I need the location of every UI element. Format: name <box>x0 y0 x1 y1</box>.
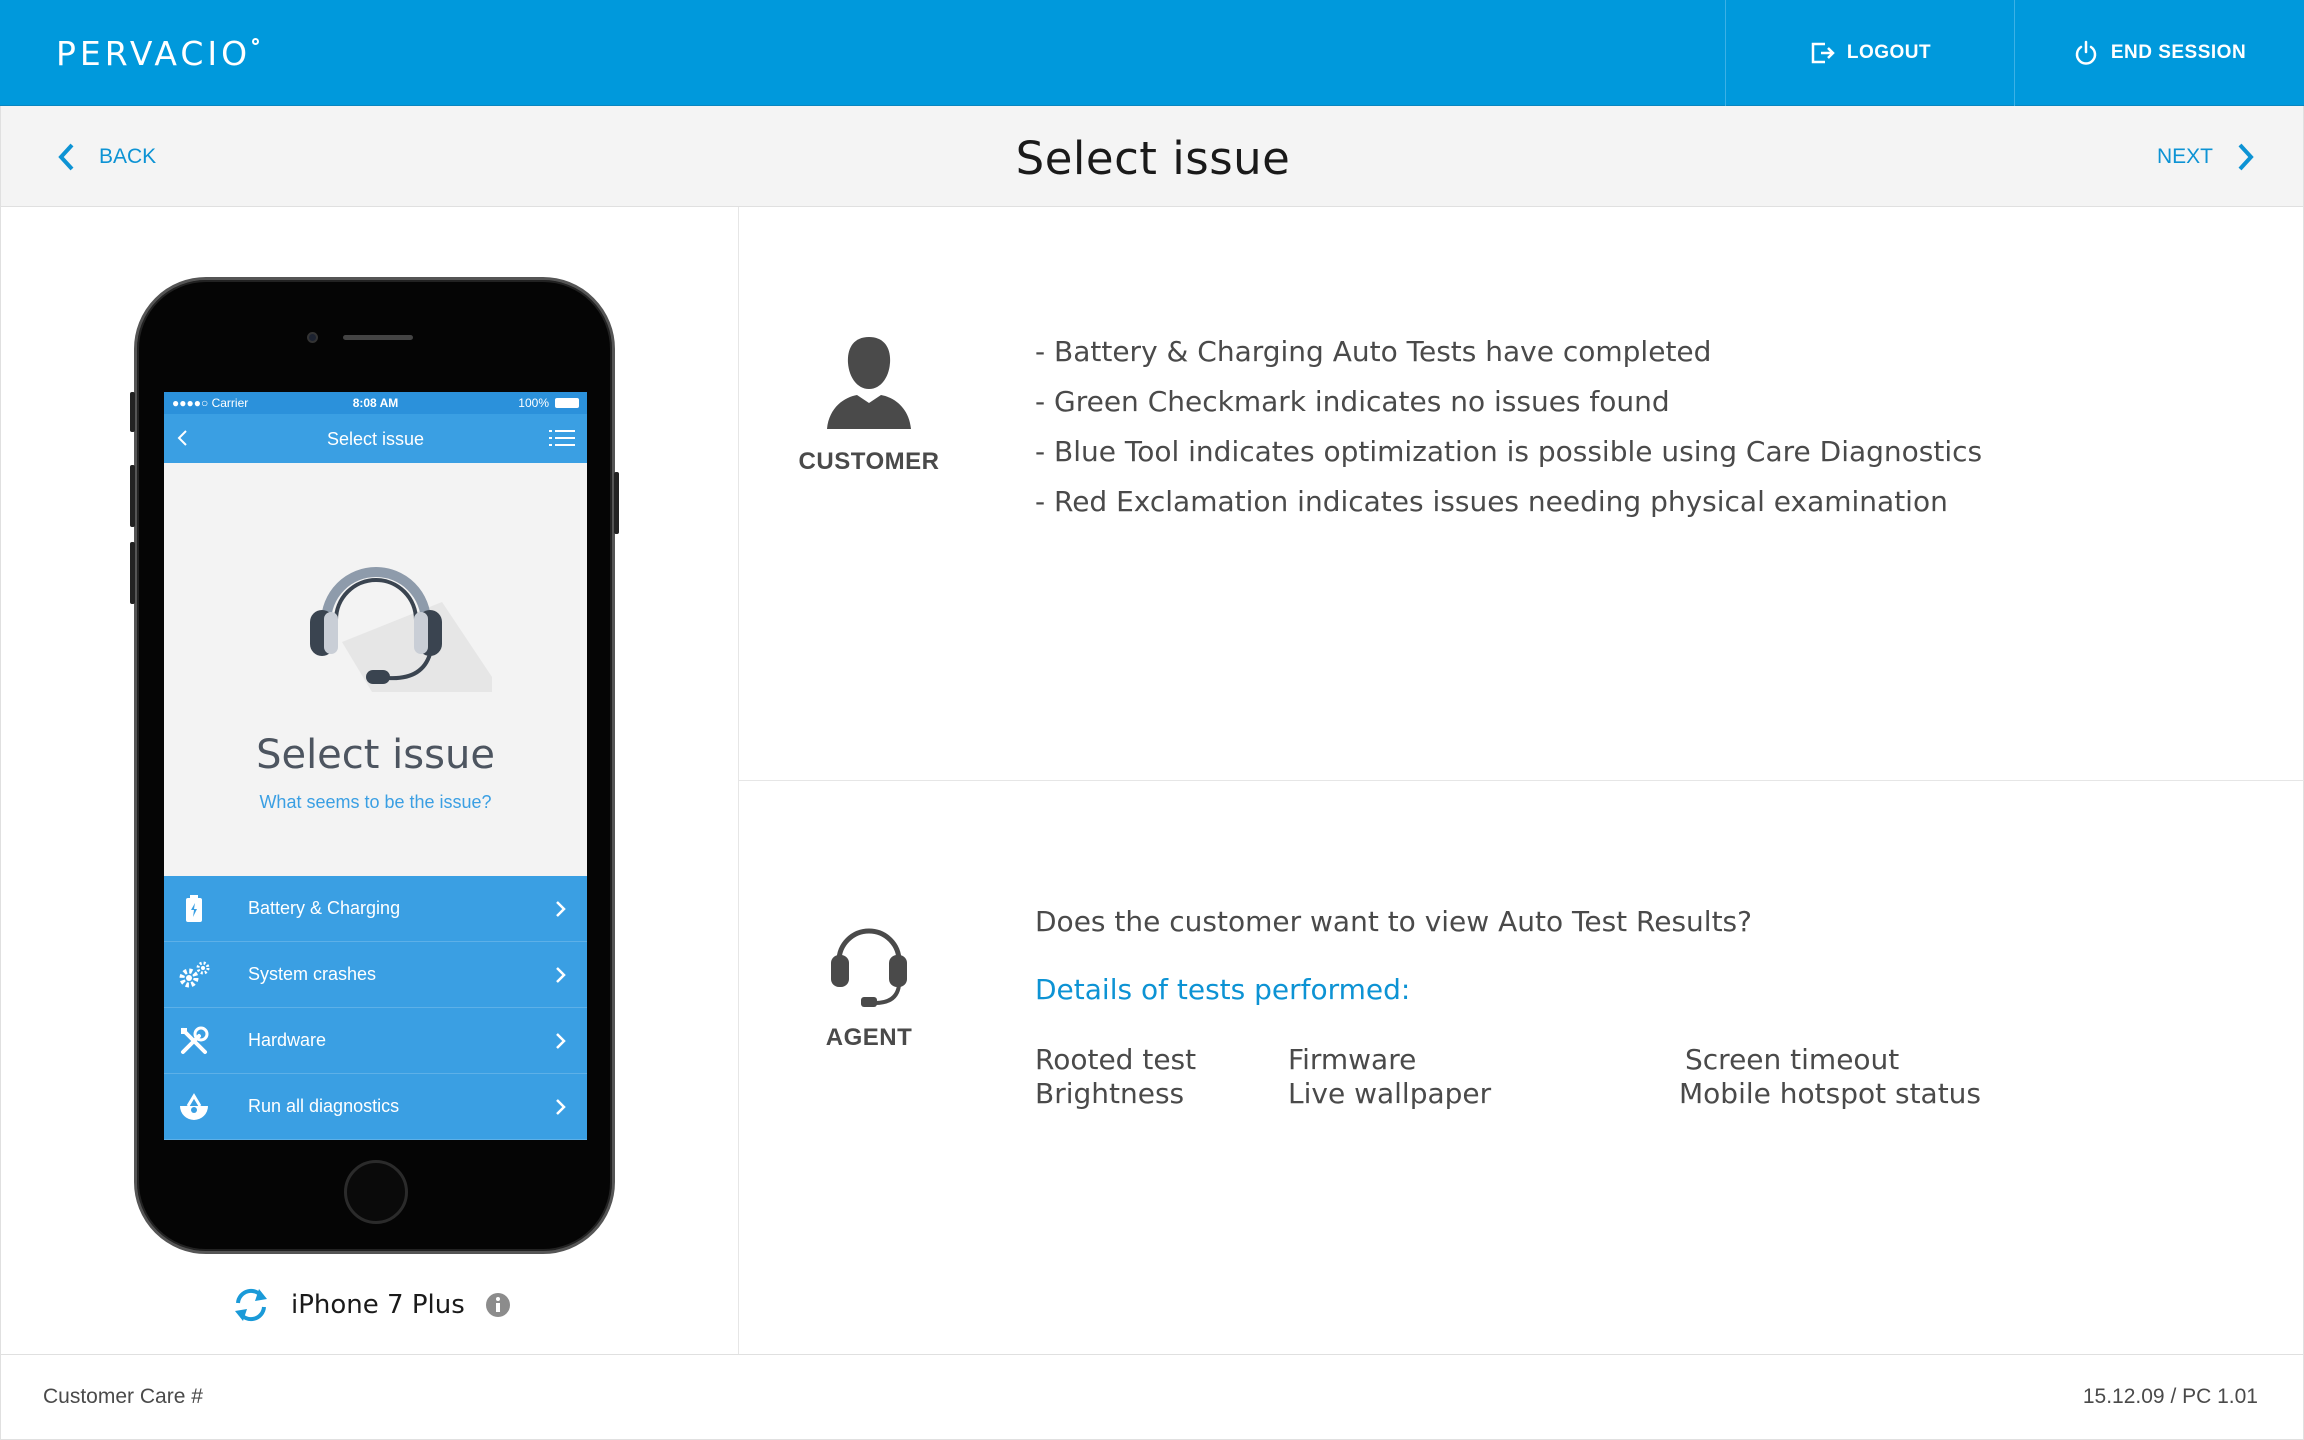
phone-nav-bar: Select issue <box>164 414 587 463</box>
test-item: Brightness <box>1035 1077 1185 1110</box>
issue-menu: Battery & Charging System crashes Hardwa… <box>164 876 587 1140</box>
device-info-row: iPhone 7 Plus <box>231 1285 511 1325</box>
customer-note: - Red Exclamation indicates issues needi… <box>1035 485 1948 518</box>
status-bar: ●●●●○ Carrier 8:08 AM 100% <box>164 392 587 414</box>
customer-panel: CUSTOMER - Battery & Charging Auto Tests… <box>739 207 2304 781</box>
headset-icon <box>310 567 492 692</box>
tests-list: Rooted test Firmware Screen timeout Brig… <box>1035 1043 2035 1123</box>
device-name: iPhone 7 Plus <box>291 1290 465 1320</box>
phone-nav-title: Select issue <box>326 429 425 449</box>
logout-icon <box>1811 42 1835 64</box>
menu-item-hardware[interactable]: Hardware <box>164 1008 587 1074</box>
customer-role: CUSTOMER <box>789 333 949 476</box>
tools-icon <box>181 1026 209 1054</box>
version-label: 15.12.09 / PC 1.01 <box>2082 1385 2258 1408</box>
customer-note: - Blue Tool indicates optimization is po… <box>1035 435 1983 468</box>
home-button <box>344 1160 408 1224</box>
test-item: Mobile hotspot status <box>1679 1077 1982 1110</box>
menu-item-label: System crashes <box>248 964 377 984</box>
next-label: NEXT <box>2156 145 2213 168</box>
test-item: Live wallpaper <box>1288 1077 1492 1110</box>
customer-note: - Battery & Charging Auto Tests have com… <box>1035 335 1712 368</box>
diagnostics-icon <box>180 1092 208 1120</box>
top-header: PERVACIO LOGOUT END SESSION <box>0 0 2304 106</box>
chevron-right-icon <box>2238 143 2254 171</box>
test-item: Firmware <box>1288 1043 1417 1076</box>
next-button[interactable]: NEXT <box>2157 142 2255 172</box>
end-session-button[interactable]: END SESSION <box>2014 0 2304 106</box>
logout-label: LOGOUT <box>1846 42 1932 63</box>
phone-screen: ●●●●○ Carrier 8:08 AM 100% Select issue <box>164 392 587 1140</box>
sub-header: BACK Select issue NEXT <box>0 106 2304 207</box>
agent-question: Does the customer want to view Auto Test… <box>1035 905 1752 938</box>
chevron-right-icon <box>556 967 566 983</box>
agent-headset-icon <box>831 928 907 1007</box>
screen-title: Select issue <box>256 732 495 778</box>
test-item: Screen timeout <box>1685 1043 1900 1076</box>
menu-item-label: Hardware <box>248 1030 327 1050</box>
end-session-label: END SESSION <box>2110 42 2247 63</box>
list-menu-icon[interactable] <box>549 429 575 447</box>
menu-item-label: Battery & Charging <box>248 898 401 918</box>
customer-note: - Green Checkmark indicates no issues fo… <box>1035 385 1670 418</box>
chevron-right-icon <box>556 901 566 917</box>
customer-icon <box>827 337 911 429</box>
power-icon <box>2075 40 2097 65</box>
gears-icon <box>179 961 210 987</box>
menu-item-run-all[interactable]: Run all diagnostics <box>164 1074 587 1140</box>
chevron-right-icon <box>556 1099 566 1115</box>
logout-button[interactable]: LOGOUT <box>1725 0 2014 106</box>
footer: Customer Care # 15.12.09 / PC 1.01 <box>0 1354 2304 1440</box>
agent-label: AGENT <box>825 1024 913 1051</box>
customer-notes: - Battery & Charging Auto Tests have com… <box>1035 327 1982 527</box>
menu-item-system-crashes[interactable]: System crashes <box>164 942 587 1008</box>
battery-level-icon <box>555 398 579 408</box>
chevron-right-icon <box>556 1033 566 1049</box>
pervacio-logo: PERVACIO <box>56 34 260 74</box>
phone-mockup: ●●●●○ Carrier 8:08 AM 100% Select issue <box>130 277 619 1254</box>
customer-care-label: Customer Care # <box>43 1385 203 1408</box>
agent-role: AGENT <box>789 909 949 1052</box>
front-camera <box>307 332 318 343</box>
info-icon[interactable] <box>485 1292 511 1318</box>
battery-icon <box>186 894 202 922</box>
menu-item-battery[interactable]: Battery & Charging <box>164 876 587 942</box>
customer-label: CUSTOMER <box>798 448 940 475</box>
menu-item-label: Run all diagnostics <box>248 1096 400 1116</box>
screen-subtitle: What seems to be the issue? <box>259 792 492 812</box>
page-title: Select issue <box>1015 132 1291 185</box>
battery-status: 100% <box>518 396 579 410</box>
details-heading[interactable]: Details of tests performed: <box>1035 973 1410 1006</box>
earpiece <box>343 335 413 340</box>
test-item: Rooted test <box>1035 1043 1197 1076</box>
agent-panel: AGENT Does the customer want to view Aut… <box>739 781 2304 1354</box>
refresh-icon[interactable] <box>231 1285 271 1325</box>
device-panel: ●●●●○ Carrier 8:08 AM 100% Select issue <box>0 207 739 1354</box>
